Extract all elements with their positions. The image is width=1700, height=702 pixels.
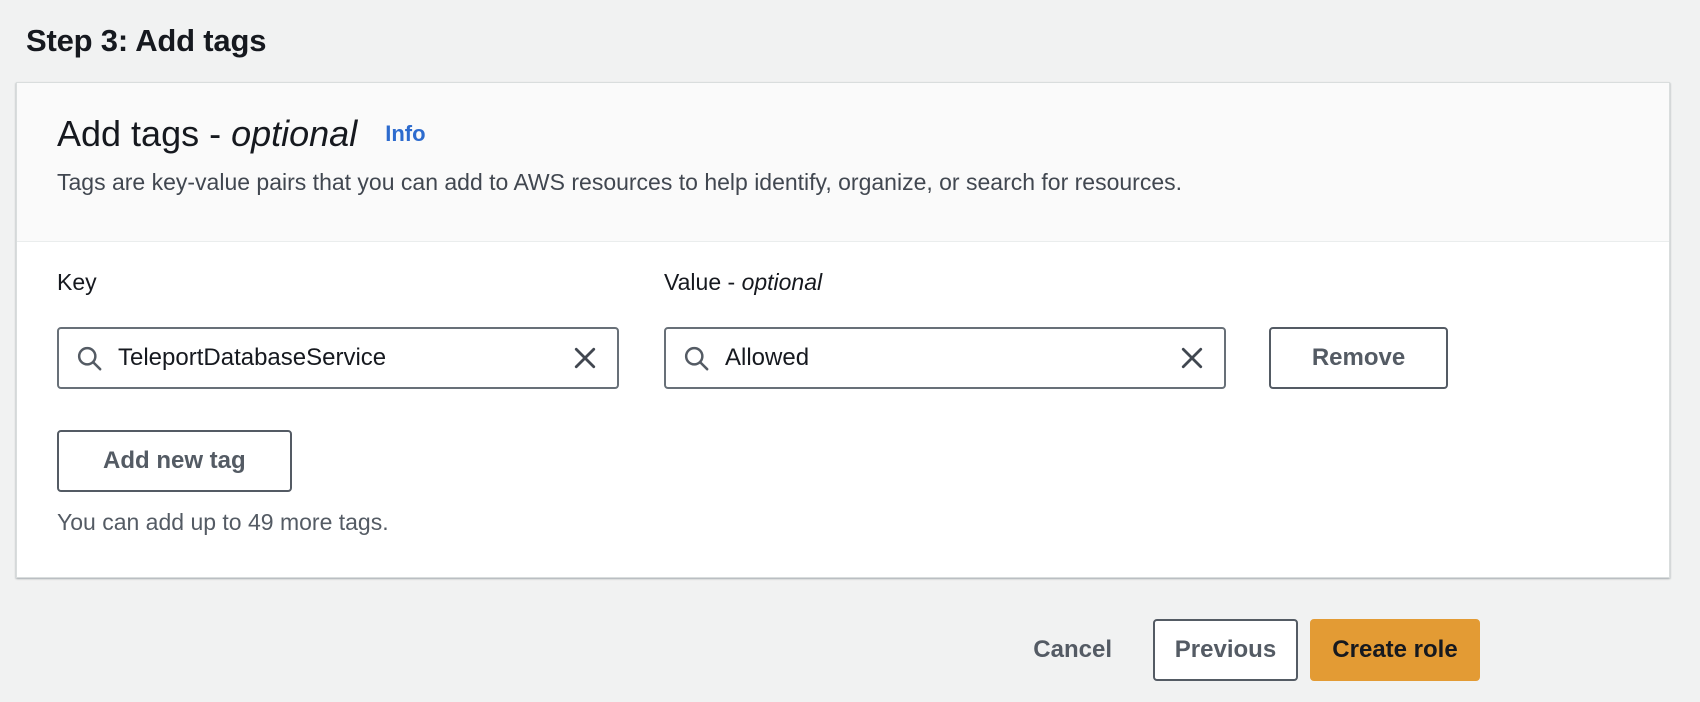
value-label-optional: optional (742, 269, 823, 295)
value-field: Value - optional (664, 268, 1226, 389)
panel-header: Add tags - optional Info Tags are key-va… (17, 83, 1669, 242)
add-tags-panel: Add tags - optional Info Tags are key-va… (16, 82, 1670, 578)
panel-title: Add tags - optional Info (57, 111, 1629, 157)
panel-title-text: Add tags - (57, 113, 231, 154)
close-icon (571, 344, 599, 372)
page-title: Step 3: Add tags (26, 23, 266, 59)
cancel-button[interactable]: Cancel (1033, 636, 1112, 664)
create-role-button[interactable]: Create role (1310, 619, 1480, 681)
key-clear-button[interactable] (567, 340, 603, 376)
value-clear-button[interactable] (1174, 340, 1210, 376)
previous-button[interactable]: Previous (1153, 619, 1298, 681)
add-new-tag-button[interactable]: Add new tag (57, 430, 292, 492)
key-input[interactable] (118, 344, 567, 372)
value-input-container (664, 327, 1226, 389)
key-input-container (57, 327, 619, 389)
search-icon (76, 345, 103, 372)
value-label-text: Value - (664, 269, 742, 295)
remove-tag-button[interactable]: Remove (1269, 327, 1448, 389)
wizard-footer: Cancel Previous Create role (1033, 619, 1480, 681)
close-icon (1178, 344, 1206, 372)
panel-body: Key (17, 242, 1669, 536)
key-label: Key (57, 268, 619, 296)
info-link[interactable]: Info (385, 121, 425, 146)
value-input[interactable] (725, 344, 1174, 372)
tags-remaining-hint: You can add up to 49 more tags. (57, 508, 1629, 536)
tag-row: Key (57, 268, 1629, 389)
key-field: Key (57, 268, 619, 389)
panel-description: Tags are key-value pairs that you can ad… (57, 167, 1629, 197)
key-label-text: Key (57, 269, 97, 295)
search-icon (683, 345, 710, 372)
panel-title-optional: optional (231, 113, 357, 154)
value-label: Value - optional (664, 268, 1226, 296)
